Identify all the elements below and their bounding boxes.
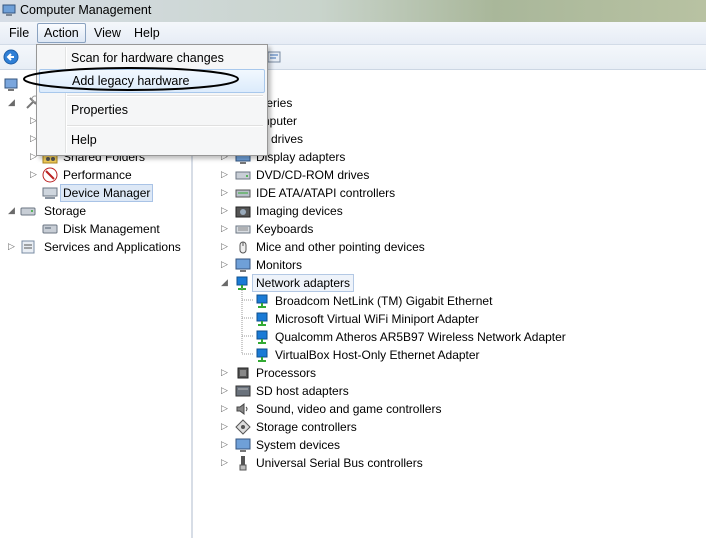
toolbar-icon[interactable] — [266, 49, 282, 65]
system-device-icon — [235, 438, 251, 452]
menu-bar: File Action View Help — [0, 22, 706, 45]
expand-arrow-icon[interactable]: ▷ — [221, 169, 231, 179]
title-bar: Computer Management — [0, 0, 706, 22]
tree-label: Microsoft Virtual WiFi Miniport Adapter — [275, 312, 479, 326]
tree-label: Monitors — [256, 258, 303, 272]
tree-label: Disk Management — [63, 222, 160, 236]
tree-label: Universal Serial Bus controllers — [256, 456, 423, 470]
tree-label: DVD/CD-ROM drives — [256, 168, 370, 182]
expand-arrow-icon[interactable]: ▷ — [221, 187, 231, 197]
services-icon — [21, 240, 35, 254]
tree-label: Device Manager — [60, 184, 154, 202]
tree-label: Services and Applications — [44, 240, 181, 254]
menu-item-label: Properties — [71, 103, 128, 117]
storage-icon — [20, 207, 36, 216]
computer-icon — [4, 78, 18, 91]
window-title: Computer Management — [20, 3, 152, 17]
expand-arrow-icon[interactable]: ▷ — [8, 241, 18, 251]
network-adapter-icon — [256, 348, 268, 362]
menu-separator — [67, 95, 263, 97]
menu-help[interactable]: Help — [128, 24, 166, 42]
monitor-icon — [235, 258, 251, 272]
menu-item-label: Add legacy hardware — [72, 74, 190, 88]
device-manager-icon — [42, 187, 58, 199]
menu-view[interactable]: View — [88, 24, 127, 42]
expand-arrow-icon[interactable]: ▷ — [221, 367, 231, 377]
computer-management-icon — [2, 4, 16, 16]
expand-arrow-icon[interactable]: ▷ — [30, 169, 40, 179]
expand-arrow-icon[interactable]: ▷ — [221, 223, 231, 233]
tree-label: Performance — [63, 168, 132, 182]
tree-label: Qualcomm Atheros AR5B97 Wireless Network… — [275, 330, 566, 344]
disk-management-icon — [42, 224, 58, 234]
expand-arrow-icon[interactable]: ▷ — [221, 457, 231, 467]
tree-label: Broadcom NetLink (TM) Gigabit Ethernet — [275, 294, 493, 308]
expand-arrow-icon[interactable]: ▷ — [221, 421, 231, 431]
expand-arrow-icon[interactable]: ▷ — [221, 259, 231, 269]
tree-label: IDE ATA/ATAPI controllers — [256, 186, 396, 200]
ide-controller-icon — [235, 189, 251, 198]
menu-item-properties[interactable]: Properties — [39, 99, 263, 121]
performance-icon — [42, 167, 58, 183]
expand-arrow-icon[interactable]: ▷ — [221, 385, 231, 395]
network-adapter-icon — [256, 330, 268, 344]
tree-label: Keyboards — [256, 222, 314, 236]
sd-card-icon — [235, 385, 251, 397]
tree-connector — [241, 288, 253, 355]
expand-arrow-icon[interactable]: ▷ — [221, 241, 231, 251]
tree-label: Display adapters — [256, 150, 346, 164]
network-adapter-icon — [256, 312, 268, 326]
mouse-icon — [239, 241, 247, 254]
tree-label: Storage — [44, 204, 87, 218]
keyboard-icon — [235, 225, 251, 234]
tree-label: VirtualBox Host-Only Ethernet Adapter — [275, 348, 480, 362]
expand-arrow-icon[interactable]: ▷ — [221, 205, 231, 215]
processor-icon — [237, 367, 249, 379]
menu-item-label: Scan for hardware changes — [71, 51, 224, 65]
menu-action[interactable]: Action — [37, 23, 86, 43]
camera-icon — [235, 206, 251, 218]
expand-arrow-icon[interactable]: ▷ — [221, 439, 231, 449]
tree-label: Sound, video and game controllers — [256, 402, 442, 416]
back-arrow-icon[interactable] — [3, 49, 19, 65]
tree-label: System devices — [256, 438, 341, 452]
collapse-arrow-icon[interactable]: ◢ — [221, 277, 231, 287]
collapse-arrow-icon[interactable]: ◢ — [8, 97, 18, 107]
expand-arrow-icon[interactable]: ▷ — [221, 403, 231, 413]
usb-icon — [239, 456, 247, 471]
action-menu-dropdown: Scan for hardware changes Add legacy har… — [36, 44, 268, 156]
menu-file[interactable]: File — [3, 24, 35, 42]
tree-label: Storage controllers — [256, 420, 357, 434]
menu-item-label: Help — [71, 133, 97, 147]
tree-label: Processors — [256, 366, 317, 380]
tree-label: Mice and other pointing devices — [256, 240, 425, 254]
device-tree: atteries omputer isk drives ▷ Display ad… — [193, 70, 706, 538]
tree-label: Network adapters — [252, 274, 355, 292]
menu-item-scan-hardware[interactable]: Scan for hardware changes — [39, 47, 263, 69]
storage-controller-icon — [235, 419, 251, 435]
menu-item-help[interactable]: Help — [39, 129, 263, 151]
speaker-icon — [236, 403, 248, 415]
collapse-arrow-icon[interactable]: ◢ — [8, 205, 18, 215]
dvd-drive-icon — [235, 171, 251, 180]
menu-item-add-legacy-hardware[interactable]: Add legacy hardware — [39, 69, 265, 93]
tree-label: Imaging devices — [256, 204, 343, 218]
tree-label: SD host adapters — [256, 384, 349, 398]
menu-separator — [67, 125, 263, 127]
network-adapter-icon — [256, 294, 268, 308]
